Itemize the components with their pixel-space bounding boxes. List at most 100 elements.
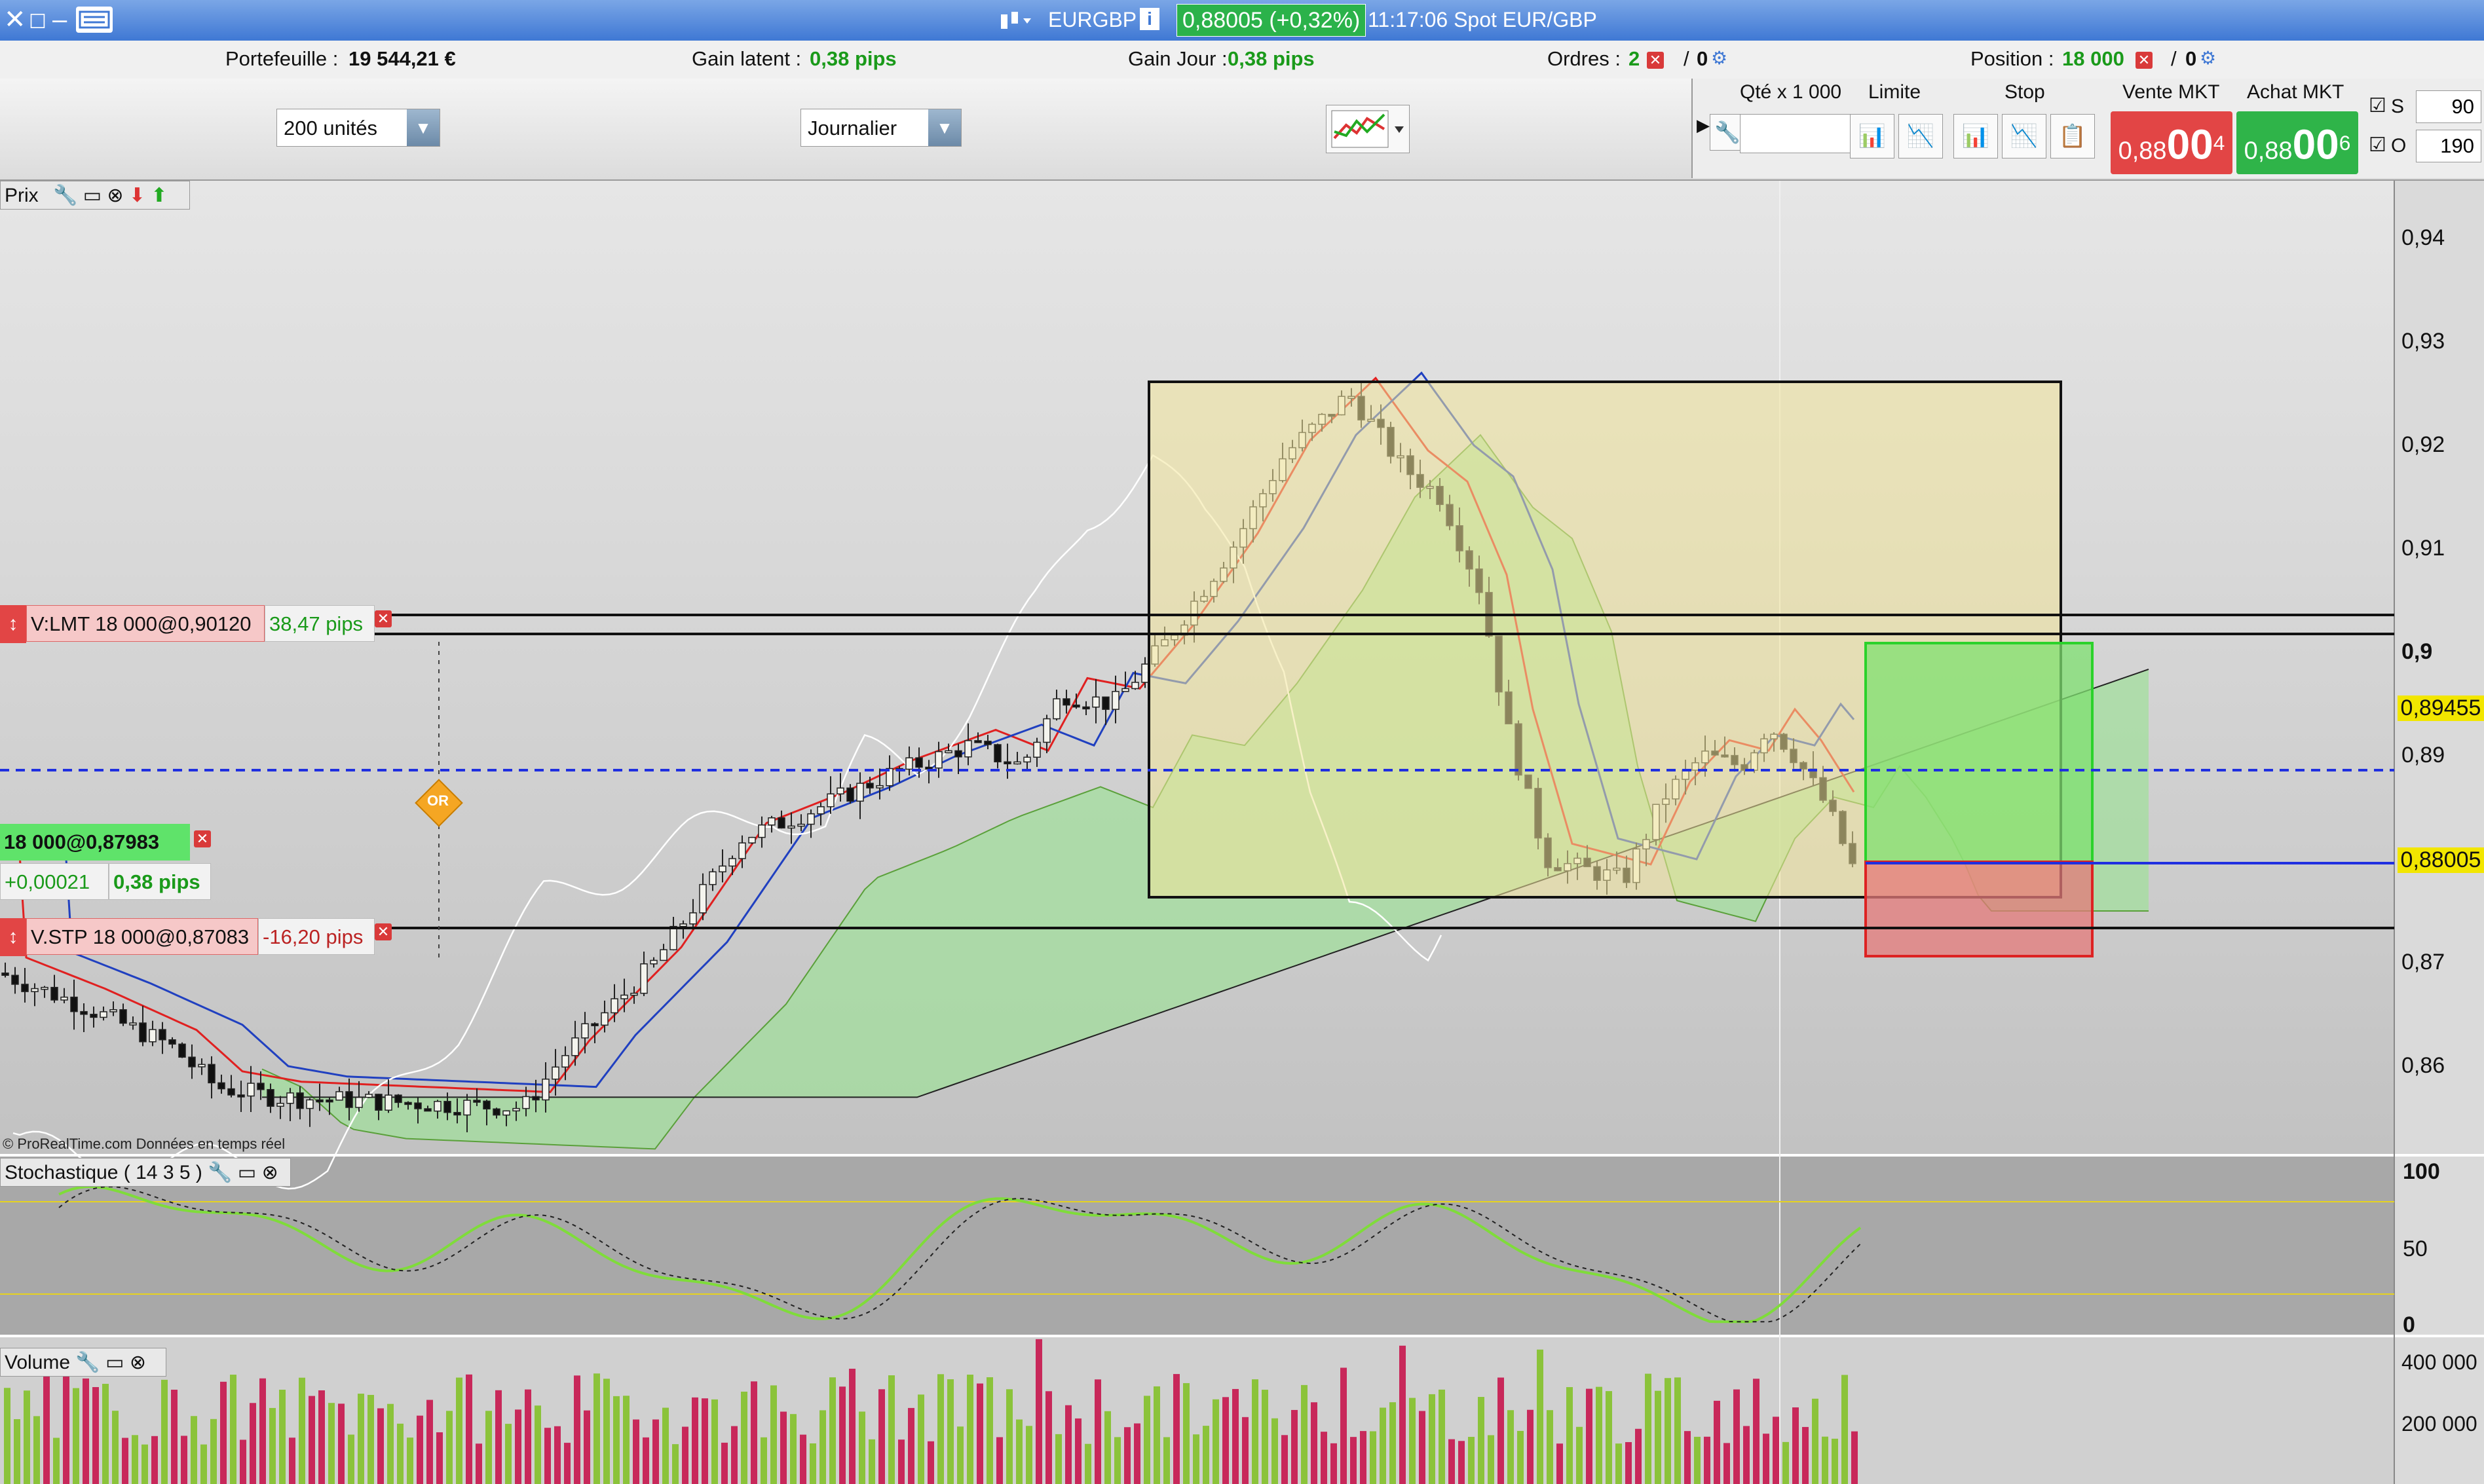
- volume-bar: [987, 1377, 993, 1484]
- volume-bar: [1242, 1417, 1249, 1484]
- volume-bar: [761, 1437, 767, 1484]
- candle-body: [502, 1110, 510, 1116]
- collapse-arrow-icon[interactable]: ▶: [1697, 115, 1710, 136]
- close-panel-icon[interactable]: ⊗: [262, 1162, 278, 1183]
- window-icon[interactable]: ▭: [238, 1162, 256, 1183]
- limit-order-label[interactable]: V:LMT 18 000@0,90120: [26, 605, 265, 642]
- volume-bar: [937, 1374, 944, 1484]
- candle-body: [787, 825, 795, 829]
- copyright-text: © ProRealTime.com Données en temps réel: [3, 1136, 286, 1152]
- sell-limit-button[interactable]: 📉: [1898, 114, 1943, 158]
- volume-bar: [652, 1419, 659, 1484]
- volume-bar: [711, 1399, 718, 1484]
- candle-body: [915, 757, 923, 768]
- candle-body: [1033, 741, 1041, 758]
- candle-body: [129, 1022, 137, 1026]
- volume-bar: [220, 1381, 227, 1484]
- order-ticket-panel: ▶ 🔧 Qté x 1 000 Limite 📊 📉 Stop 📊 📉 📋 Ve…: [1691, 79, 2484, 178]
- candle-body: [1053, 698, 1061, 720]
- candle-body: [424, 1108, 432, 1112]
- candle-body: [1004, 761, 1011, 765]
- volume-bar: [1527, 1409, 1534, 1484]
- volume-bar: [1026, 1426, 1032, 1484]
- o-input[interactable]: [2416, 130, 2481, 162]
- candle-body: [60, 996, 68, 1001]
- drag-handle-stop[interactable]: ↕: [0, 918, 26, 956]
- volume-bar: [1439, 1389, 1445, 1484]
- info-icon[interactable]: i: [1140, 8, 1159, 30]
- period-select[interactable]: Journalier ▼: [800, 109, 962, 147]
- candle-body: [375, 1094, 383, 1111]
- stop-order-label[interactable]: V.STP 18 000@0,87083: [26, 918, 258, 955]
- volume-bar: [574, 1375, 580, 1484]
- sell-price-big: 00: [2166, 121, 2213, 168]
- buy-stop-button[interactable]: 📊: [1953, 114, 1998, 158]
- candle-body: [100, 1011, 107, 1018]
- units-select[interactable]: 200 unités ▼: [276, 109, 440, 147]
- wrench-icon[interactable]: 🔧: [53, 185, 77, 206]
- chart-type-icon: [1331, 110, 1404, 148]
- cancel-orders-icon[interactable]: ✕: [1647, 51, 1664, 69]
- buy-limit-button[interactable]: 📊: [1850, 114, 1894, 158]
- candle-body: [1082, 706, 1090, 710]
- wrench-icon[interactable]: 🔧: [208, 1162, 232, 1183]
- volume-bar: [485, 1411, 492, 1484]
- symbol-name[interactable]: EURGBP: [1048, 8, 1137, 32]
- candle-body: [355, 1096, 363, 1108]
- volume-bar: [1586, 1388, 1592, 1484]
- buy-market-button[interactable]: 0,88006: [2236, 111, 2358, 174]
- window-icon[interactable]: ▭: [83, 185, 102, 206]
- s-input[interactable]: [2416, 90, 2481, 123]
- volume-bar: [1429, 1394, 1435, 1484]
- volume-bar: [829, 1377, 836, 1484]
- stop-settings-button[interactable]: 📋: [2050, 114, 2095, 158]
- sell-stop-button[interactable]: 📉: [2002, 114, 2046, 158]
- position-value[interactable]: 18 000: [2062, 47, 2124, 71]
- volume-bar: [1665, 1378, 1671, 1484]
- o-checkbox[interactable]: ☑: [2369, 134, 2386, 157]
- candle-body: [80, 1011, 88, 1015]
- stochastic-panel-bg: [0, 1157, 2394, 1335]
- volume-bar: [564, 1443, 571, 1484]
- wrench-icon[interactable]: 🔧: [75, 1352, 100, 1373]
- position-settings-icon[interactable]: ⚙: [2200, 47, 2216, 69]
- price-label: Prix: [5, 185, 39, 206]
- close-position-icon[interactable]: ✕: [2136, 51, 2153, 69]
- volume-bar: [210, 1419, 217, 1484]
- volume-bar: [751, 1381, 757, 1484]
- position-order-label[interactable]: 18 000@0,87983: [0, 824, 190, 861]
- s-checkbox[interactable]: ☑: [2369, 94, 2386, 117]
- cancel-limit-icon[interactable]: ✕: [375, 610, 392, 627]
- volume-bar: [24, 1390, 30, 1484]
- axis-tick: 0,92: [2401, 432, 2445, 457]
- candle-body: [552, 1066, 559, 1080]
- close-panel-icon[interactable]: ⊗: [107, 185, 123, 206]
- volume-bar: [692, 1397, 698, 1484]
- move-down-icon[interactable]: ⬇: [129, 185, 145, 206]
- move-up-icon[interactable]: ⬆: [151, 185, 167, 206]
- orders-settings-icon[interactable]: ⚙: [1711, 47, 1727, 69]
- close-icon[interactable]: ✕: [4, 7, 26, 33]
- candle-body: [689, 912, 697, 925]
- orders-count[interactable]: 2: [1628, 47, 1640, 71]
- candle-body: [699, 883, 707, 914]
- close-panel-icon[interactable]: ⊗: [130, 1352, 146, 1373]
- sell-market-button[interactable]: 0,88004: [2111, 111, 2232, 174]
- window-icon[interactable]: ▭: [105, 1352, 124, 1373]
- candle-body: [306, 1099, 314, 1109]
- maximize-icon[interactable]: ☐: [29, 9, 47, 35]
- volume-bar: [859, 1411, 865, 1484]
- drag-handle-limit[interactable]: ↕: [0, 605, 26, 643]
- volume-bar: [1606, 1391, 1612, 1484]
- volume-tick: 400 000: [2401, 1350, 2477, 1374]
- volume-bar: [73, 1388, 79, 1484]
- cancel-stop-icon[interactable]: ✕: [375, 923, 392, 940]
- price-chart-area[interactable]: [0, 181, 2484, 1484]
- candle-body: [1072, 704, 1080, 708]
- chart-type-button[interactable]: [1326, 105, 1410, 153]
- keyboard-icon[interactable]: [76, 7, 113, 33]
- candlestick-icon[interactable]: [997, 9, 1036, 38]
- minimize-icon[interactable]: –: [52, 7, 67, 33]
- close-position-tag-icon[interactable]: ✕: [194, 830, 211, 847]
- volume-bar: [1507, 1410, 1514, 1484]
